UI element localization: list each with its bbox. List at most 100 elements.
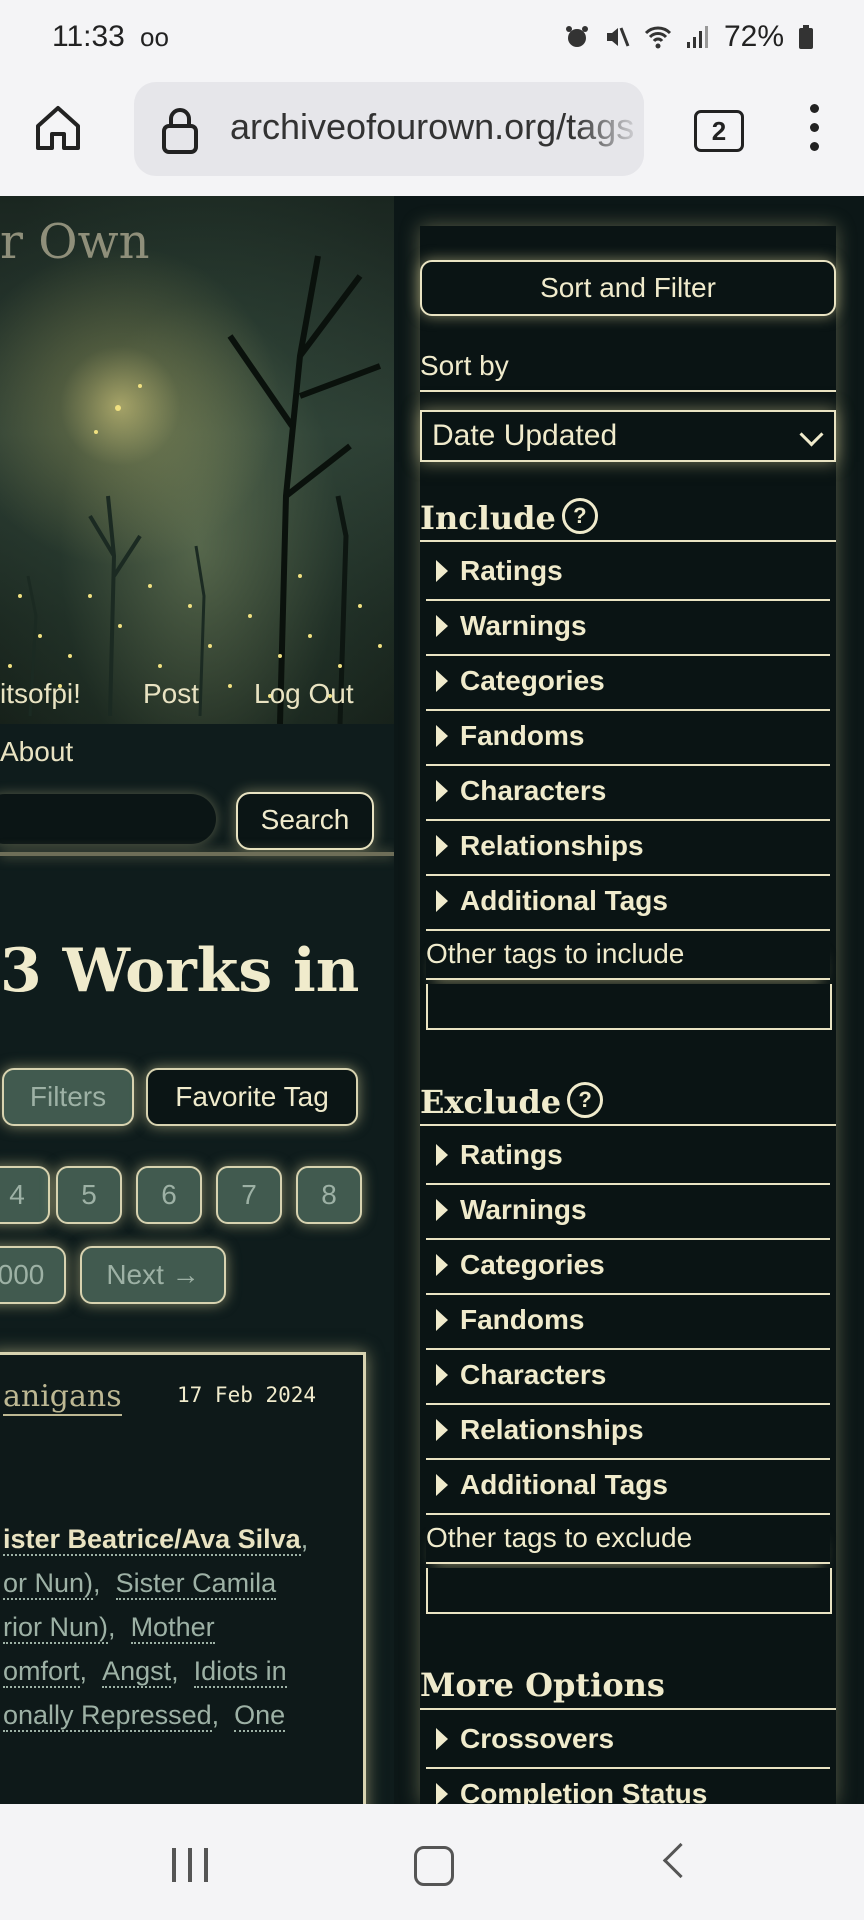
character-tag[interactable]: rior Nun) bbox=[3, 1612, 109, 1644]
include-categories-toggle[interactable]: Categories bbox=[426, 654, 830, 711]
triangle-right-icon bbox=[436, 1364, 448, 1386]
filter-form: Sort and Filter Sort by Date Updated Inc… bbox=[420, 226, 836, 1804]
system-nav-bar bbox=[0, 1804, 864, 1920]
next-page-button[interactable]: Next → bbox=[80, 1246, 226, 1304]
relationship-tag[interactable]: ister Beatrice/Ava Silva bbox=[3, 1524, 301, 1556]
other-include-label: Other tags to include bbox=[426, 938, 830, 980]
include-ratings-toggle[interactable]: Ratings bbox=[426, 544, 830, 601]
triangle-right-icon bbox=[436, 780, 448, 802]
home-icon[interactable] bbox=[30, 100, 86, 156]
search-button[interactable]: Search bbox=[236, 792, 374, 850]
include-warnings-toggle[interactable]: Warnings bbox=[426, 599, 830, 656]
include-fandoms-toggle[interactable]: Fandoms bbox=[426, 709, 830, 766]
site-title[interactable]: r Own bbox=[0, 214, 150, 270]
filters-button[interactable]: Filters bbox=[2, 1068, 134, 1126]
page-number-button[interactable]: 6 bbox=[136, 1166, 202, 1224]
freeform-tag[interactable]: Idiots in bbox=[193, 1656, 287, 1688]
freeform-tag[interactable]: omfort bbox=[3, 1656, 80, 1688]
logout-link[interactable]: Log Out bbox=[254, 678, 354, 710]
mute-icon bbox=[606, 27, 630, 47]
recent-apps-icon[interactable] bbox=[172, 1848, 212, 1882]
status-icons: 72% bbox=[564, 20, 814, 54]
exclude-ratings-toggle[interactable]: Ratings bbox=[426, 1128, 830, 1185]
exclude-relationships-toggle[interactable]: Relationships bbox=[426, 1403, 830, 1460]
browser-toolbar: archiveofourown.org/tags 2 bbox=[0, 78, 864, 196]
status-time: 11:33 bbox=[52, 20, 125, 53]
chevron-down-icon bbox=[799, 422, 824, 447]
wifi-icon bbox=[644, 26, 672, 49]
triangle-right-icon bbox=[436, 1474, 448, 1496]
triangle-right-icon bbox=[436, 1254, 448, 1276]
favorite-tag-button[interactable]: Favorite Tag bbox=[146, 1068, 358, 1126]
tab-switcher-button[interactable]: 2 bbox=[694, 110, 744, 152]
tag-line: or Nun), Sister Camila bbox=[3, 1568, 277, 1600]
include-additional-tags-toggle[interactable]: Additional Tags bbox=[426, 874, 830, 931]
triangle-right-icon bbox=[436, 670, 448, 692]
other-include-input[interactable] bbox=[426, 984, 832, 1030]
exclude-heading: Exclude? bbox=[420, 1082, 604, 1121]
triangle-right-icon bbox=[436, 1199, 448, 1221]
overflow-menu-icon[interactable] bbox=[810, 104, 822, 160]
about-link[interactable]: About bbox=[0, 736, 73, 768]
work-date: 17 Feb 2024 bbox=[177, 1383, 317, 1407]
tag-line: ister Beatrice/Ava Silva, bbox=[3, 1524, 309, 1556]
character-tag[interactable]: or Nun) bbox=[3, 1568, 94, 1600]
forest-illustration bbox=[8, 255, 382, 724]
include-relationships-toggle[interactable]: Relationships bbox=[426, 819, 830, 876]
sort-and-filter-button[interactable]: Sort and Filter bbox=[420, 260, 836, 316]
freeform-tag[interactable]: Angst bbox=[102, 1656, 172, 1688]
tag-line: onally Repressed, One bbox=[3, 1700, 286, 1732]
exclude-warnings-toggle[interactable]: Warnings bbox=[426, 1183, 830, 1240]
triangle-right-icon bbox=[436, 835, 448, 857]
triangle-right-icon bbox=[436, 560, 448, 582]
sort-by-select[interactable]: Date Updated bbox=[420, 410, 836, 462]
crossovers-toggle[interactable]: Crossovers bbox=[426, 1712, 830, 1769]
alarm-icon bbox=[565, 26, 588, 47]
triangle-right-icon bbox=[436, 615, 448, 637]
page-number-button[interactable]: 8 bbox=[296, 1166, 362, 1224]
signal-icon bbox=[686, 26, 708, 48]
header-divider bbox=[0, 852, 394, 856]
exclude-additional-tags-toggle[interactable]: Additional Tags bbox=[426, 1458, 830, 1515]
sort-by-label: Sort by bbox=[420, 350, 509, 381]
exclude-categories-toggle[interactable]: Categories bbox=[426, 1238, 830, 1295]
exclude-fandoms-toggle[interactable]: Fandoms bbox=[426, 1293, 830, 1350]
page-number-button[interactable]: 7 bbox=[216, 1166, 282, 1224]
post-link[interactable]: Post bbox=[143, 678, 199, 710]
battery-icon bbox=[799, 25, 813, 49]
tag-line: rior Nun), Mother bbox=[3, 1612, 215, 1644]
back-icon[interactable] bbox=[662, 1842, 699, 1879]
search-input[interactable] bbox=[0, 794, 216, 844]
url-bar[interactable]: archiveofourown.org/tags bbox=[134, 82, 644, 176]
help-icon[interactable]: ? bbox=[561, 498, 598, 534]
other-exclude-input[interactable] bbox=[426, 1568, 832, 1614]
freeform-tag[interactable]: One bbox=[234, 1700, 286, 1732]
include-characters-toggle[interactable]: Characters bbox=[426, 764, 830, 821]
user-link[interactable]: itsofpi! bbox=[0, 678, 81, 710]
home-button-icon[interactable] bbox=[414, 1846, 454, 1886]
work-blurb: anigans 17 Feb 2024 ister Beatrice/Ava S… bbox=[0, 1352, 366, 1804]
character-tag[interactable]: Mother bbox=[130, 1612, 215, 1644]
voicemail-icon: oo bbox=[140, 22, 169, 52]
sort-by-value: Date Updated bbox=[432, 419, 618, 452]
triangle-right-icon bbox=[436, 1144, 448, 1166]
triangle-right-icon bbox=[436, 1419, 448, 1441]
tag-line: omfort, Angst, Idiots in bbox=[3, 1656, 287, 1688]
completion-status-toggle[interactable]: Completion Status bbox=[426, 1767, 830, 1804]
exclude-characters-toggle[interactable]: Characters bbox=[426, 1348, 830, 1405]
triangle-right-icon bbox=[436, 1728, 448, 1750]
page-number-button[interactable]: 5 bbox=[56, 1166, 122, 1224]
work-title-link[interactable]: anigans bbox=[3, 1379, 122, 1416]
site-banner: r Own itsofpi! Post Log Out bbox=[0, 196, 394, 724]
help-icon[interactable]: ? bbox=[567, 1082, 604, 1118]
character-tag[interactable]: Sister Camila bbox=[115, 1568, 277, 1600]
page-number-button[interactable]: 000 bbox=[0, 1246, 66, 1304]
freeform-tag[interactable]: onally Repressed bbox=[3, 1700, 212, 1732]
triangle-right-icon bbox=[436, 1783, 448, 1804]
page-number-button[interactable]: 4 bbox=[0, 1166, 50, 1224]
triangle-right-icon bbox=[436, 725, 448, 747]
filter-sidebar: Sort and Filter Sort by Date Updated Inc… bbox=[394, 196, 864, 1804]
include-heading: Include? bbox=[420, 498, 598, 537]
lock-icon bbox=[162, 108, 198, 154]
status-bar: 11:33 oo 72% bbox=[0, 0, 864, 78]
